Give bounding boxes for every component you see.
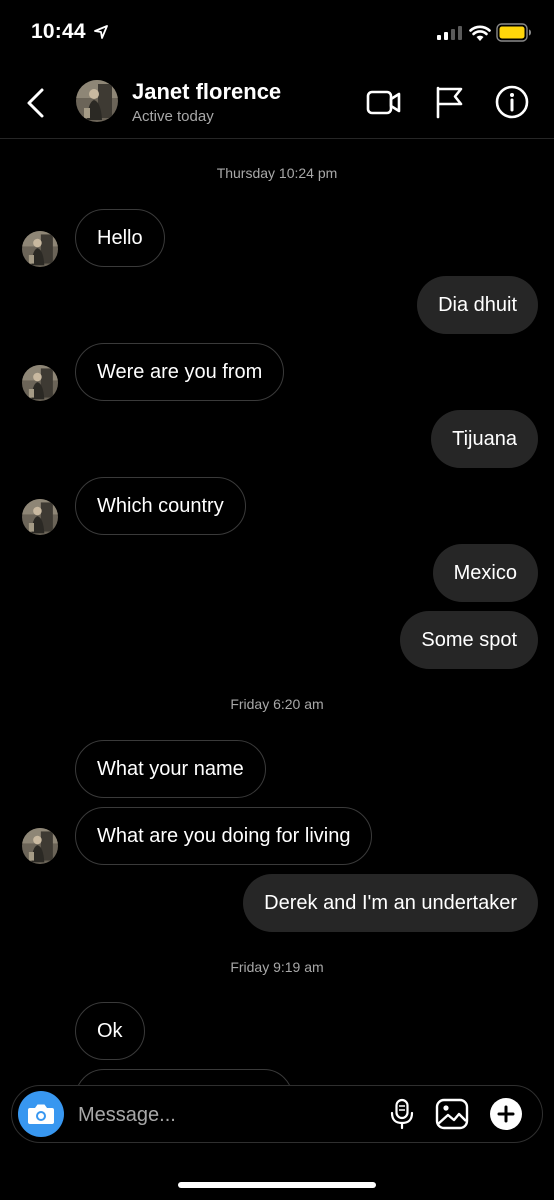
message-text: What are you doing for living (97, 824, 351, 847)
outgoing-message[interactable]: Dia dhuit (417, 276, 538, 334)
message-text: Derek and I'm an undertaker (264, 891, 517, 914)
message-text: Some spot (421, 628, 517, 651)
status-time: 10:44 (31, 20, 86, 43)
status-bar: 10:44 (0, 0, 554, 66)
message-text: Which country (97, 494, 224, 517)
video-call-icon[interactable] (366, 84, 402, 120)
location-arrow-icon (94, 25, 108, 39)
contact-status: Active today (132, 108, 214, 125)
back-icon[interactable] (22, 86, 50, 120)
camera-icon (28, 1104, 54, 1124)
message-text: Were are you from (97, 360, 263, 383)
incoming-message[interactable]: Were are you from (75, 343, 285, 401)
timestamp: Friday 6:20 am (230, 696, 324, 712)
message-input[interactable] (76, 1094, 380, 1136)
timestamp: Friday 9:19 am (230, 959, 324, 975)
incoming-message[interactable]: What are you doing for living (75, 807, 373, 865)
incoming-message[interactable]: Which country (75, 477, 246, 535)
message-text: Ok (97, 1019, 123, 1042)
chat-header: Janet florence Active today (0, 66, 554, 139)
home-indicator[interactable] (178, 1182, 376, 1188)
sender-avatar[interactable] (22, 365, 58, 401)
signal-icon (437, 26, 462, 40)
message-composer (11, 1085, 543, 1143)
incoming-message[interactable]: Hello (75, 209, 165, 267)
timestamp: Thursday 10:24 pm (216, 165, 338, 181)
battery-icon (496, 23, 531, 42)
incoming-message-partial[interactable] (75, 1069, 293, 1085)
microphone-icon[interactable] (385, 1097, 419, 1131)
message-text: Dia dhuit (438, 293, 517, 316)
message-text: Tijuana (452, 427, 517, 450)
info-icon[interactable] (494, 84, 530, 120)
incoming-message[interactable]: Ok (75, 1002, 145, 1060)
outgoing-message[interactable]: Some spot (400, 611, 538, 669)
outgoing-message[interactable]: Tijuana (431, 410, 538, 468)
header-avatar[interactable] (76, 80, 118, 122)
plus-icon[interactable] (489, 1097, 523, 1131)
sender-avatar[interactable] (22, 828, 58, 864)
sender-avatar[interactable] (22, 231, 58, 267)
outgoing-message[interactable]: Mexico (432, 544, 538, 602)
message-text: What your name (97, 757, 244, 780)
incoming-message[interactable]: What your name (75, 740, 266, 798)
gallery-icon[interactable] (435, 1097, 469, 1131)
message-text: Mexico (453, 561, 517, 584)
flag-icon[interactable] (432, 84, 468, 120)
outgoing-message[interactable]: Derek and I'm an undertaker (243, 874, 538, 932)
wifi-icon (469, 25, 491, 41)
message-thread[interactable]: Thursday 10:24 pm Hello Dia dhuit Were a… (0, 139, 554, 1085)
sender-avatar[interactable] (22, 499, 58, 535)
camera-button[interactable] (18, 1091, 64, 1137)
contact-name[interactable]: Janet florence (132, 79, 281, 105)
message-text: Hello (97, 226, 143, 249)
